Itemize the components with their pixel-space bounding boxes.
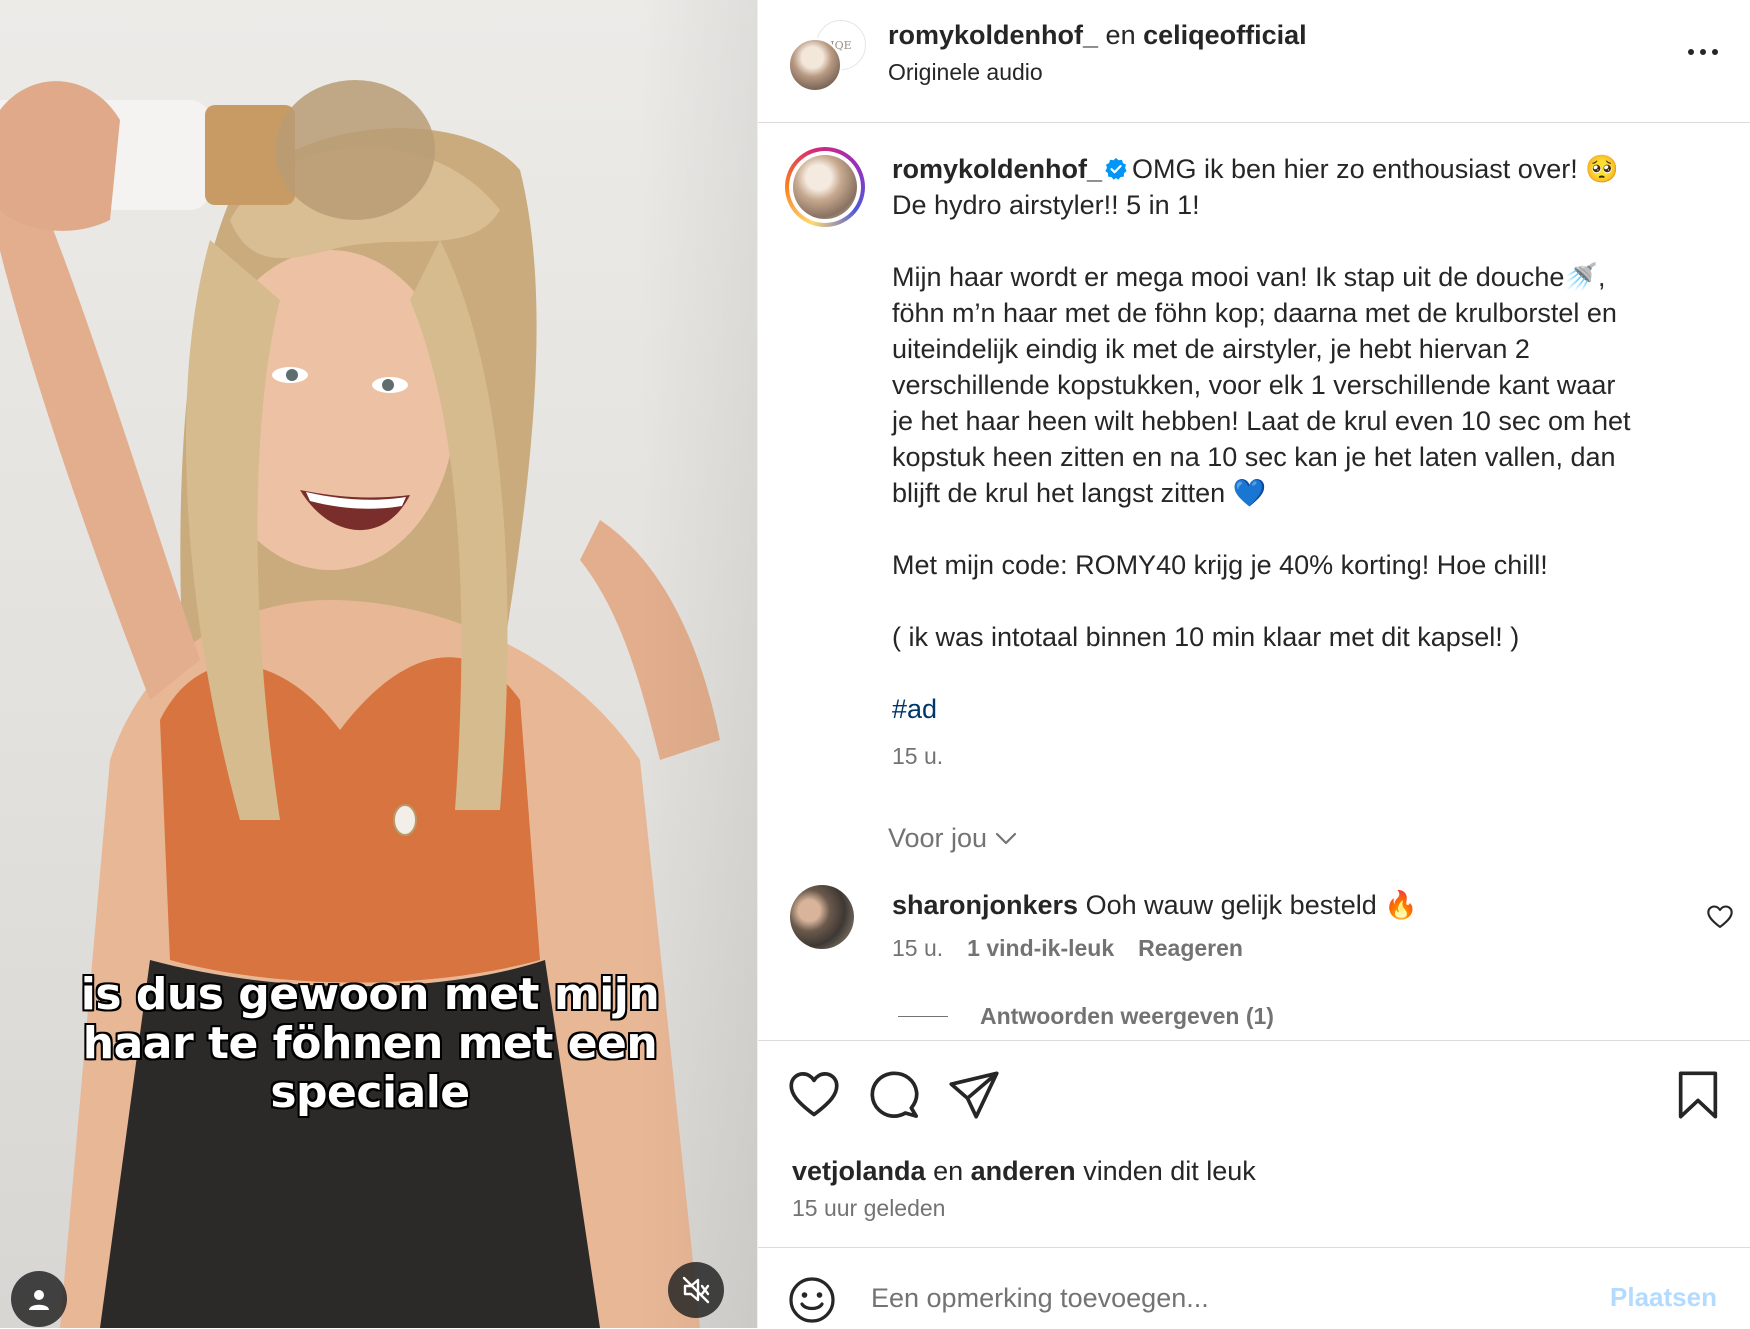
post-caption: romykoldenhof_ OMG ik ben hier zo enthous… — [892, 151, 1712, 727]
more-icon — [1688, 49, 1694, 55]
heart-icon[interactable] — [788, 1069, 840, 1121]
caption-paragraph: ( ik was intotaal binnen 10 min klaar me… — [892, 622, 1520, 652]
avatar — [788, 38, 842, 92]
collab-names: romykoldenhof_ en celiqeofficial — [888, 18, 1307, 52]
hashtag-link[interactable]: #ad — [892, 694, 937, 724]
more-options-button[interactable] — [1678, 36, 1728, 68]
post-video[interactable]: is dus gewoon met mijn haar te föhnen me… — [0, 0, 757, 1328]
caption-paragraph: Met mijn code: ROMY40 krijg je 40% korti… — [892, 550, 1548, 580]
caption-line: is dus gewoon met mijn — [80, 969, 660, 1020]
post-details-panel: IQE romykoldenhof_ en celiqeofficial Ori… — [757, 0, 1750, 1328]
view-replies-button[interactable]: Antwoorden weergeven (1) — [898, 1003, 1274, 1030]
username-link[interactable]: romykoldenhof_ — [888, 20, 1098, 50]
collab-avatars[interactable]: IQE — [788, 20, 868, 100]
vignette — [637, 0, 757, 1328]
author-avatar[interactable] — [785, 147, 865, 227]
comment-sort-dropdown[interactable]: Voor jou — [888, 823, 1017, 854]
likes-suffix: vinden dit leuk — [1083, 1156, 1256, 1186]
comment-heart-icon[interactable] — [1706, 903, 1734, 931]
comment-body: sharonjonkers Ooh wauw gelijk besteld 🔥 — [892, 887, 1418, 923]
likes-others-link[interactable]: anderen — [971, 1156, 1076, 1186]
mute-icon — [682, 1276, 710, 1304]
commenter-username[interactable]: sharonjonkers — [892, 890, 1078, 920]
reply-button[interactable]: Reageren — [1138, 935, 1243, 962]
instagram-post-view: is dus gewoon met mijn haar te föhnen me… — [0, 0, 1750, 1328]
audio-link[interactable]: Originele audio — [888, 56, 1043, 88]
caption-line: De hydro airstyler!! 5 in 1! — [892, 190, 1200, 220]
likes-summary: vetjolanda en anderen vinden dit leuk — [792, 1153, 1256, 1189]
commenter-avatar[interactable] — [790, 885, 854, 949]
chevron-down-icon — [995, 832, 1017, 844]
comments-section[interactable]: romykoldenhof_ OMG ik ben hier zo enthous… — [758, 123, 1750, 1040]
video-caption: is dus gewoon met mijn haar te föhnen me… — [40, 970, 700, 1117]
liker-username[interactable]: vetjolanda — [792, 1156, 926, 1186]
emoji-icon[interactable] — [788, 1276, 836, 1324]
caption-line: speciale — [270, 1067, 470, 1118]
view-replies-label: Antwoorden weergeven (1) — [980, 1003, 1274, 1029]
sort-label: Voor jou — [888, 823, 988, 853]
comment-meta: 15 u. 1 vind-ik-leuk Reageren — [892, 935, 1243, 962]
author-username[interactable]: romykoldenhof_ — [892, 154, 1102, 184]
add-comment-bar: Plaatsen — [758, 1247, 1750, 1329]
connector-text: en — [1105, 20, 1136, 50]
post-age[interactable]: 15 uur geleden — [792, 1195, 945, 1222]
divider — [898, 1016, 948, 1017]
comment-input[interactable] — [871, 1278, 1551, 1318]
caption-line: OMG ik ben hier zo enthousiast over! 🥺 — [1132, 154, 1619, 184]
verified-icon — [1105, 158, 1127, 180]
comment-likes[interactable]: 1 vind-ik-leuk — [967, 935, 1114, 962]
bookmark-icon[interactable] — [1672, 1069, 1724, 1121]
likes-connector: en — [933, 1156, 964, 1186]
username-link[interactable]: celiqeofficial — [1143, 20, 1307, 50]
caption-paragraph: Mijn haar wordt er mega mooi van! Ik sta… — [892, 262, 1631, 508]
comment-text: Ooh wauw gelijk besteld 🔥 — [1085, 890, 1418, 920]
share-icon[interactable] — [948, 1069, 1000, 1121]
action-bar: vetjolanda en anderen vinden dit leuk 15… — [758, 1040, 1750, 1251]
tagged-users-button[interactable] — [11, 1271, 67, 1327]
comment-time[interactable]: 15 u. — [892, 935, 943, 962]
post-timestamp[interactable]: 15 u. — [892, 743, 943, 770]
post-header: IQE romykoldenhof_ en celiqeofficial Ori… — [758, 0, 1750, 123]
post-comment-button[interactable]: Plaatsen — [1610, 1282, 1717, 1313]
mute-button[interactable] — [668, 1262, 724, 1318]
comment-icon[interactable] — [868, 1069, 920, 1121]
user-icon — [29, 1290, 49, 1310]
caption-line: haar te föhnen met een — [82, 1018, 658, 1069]
